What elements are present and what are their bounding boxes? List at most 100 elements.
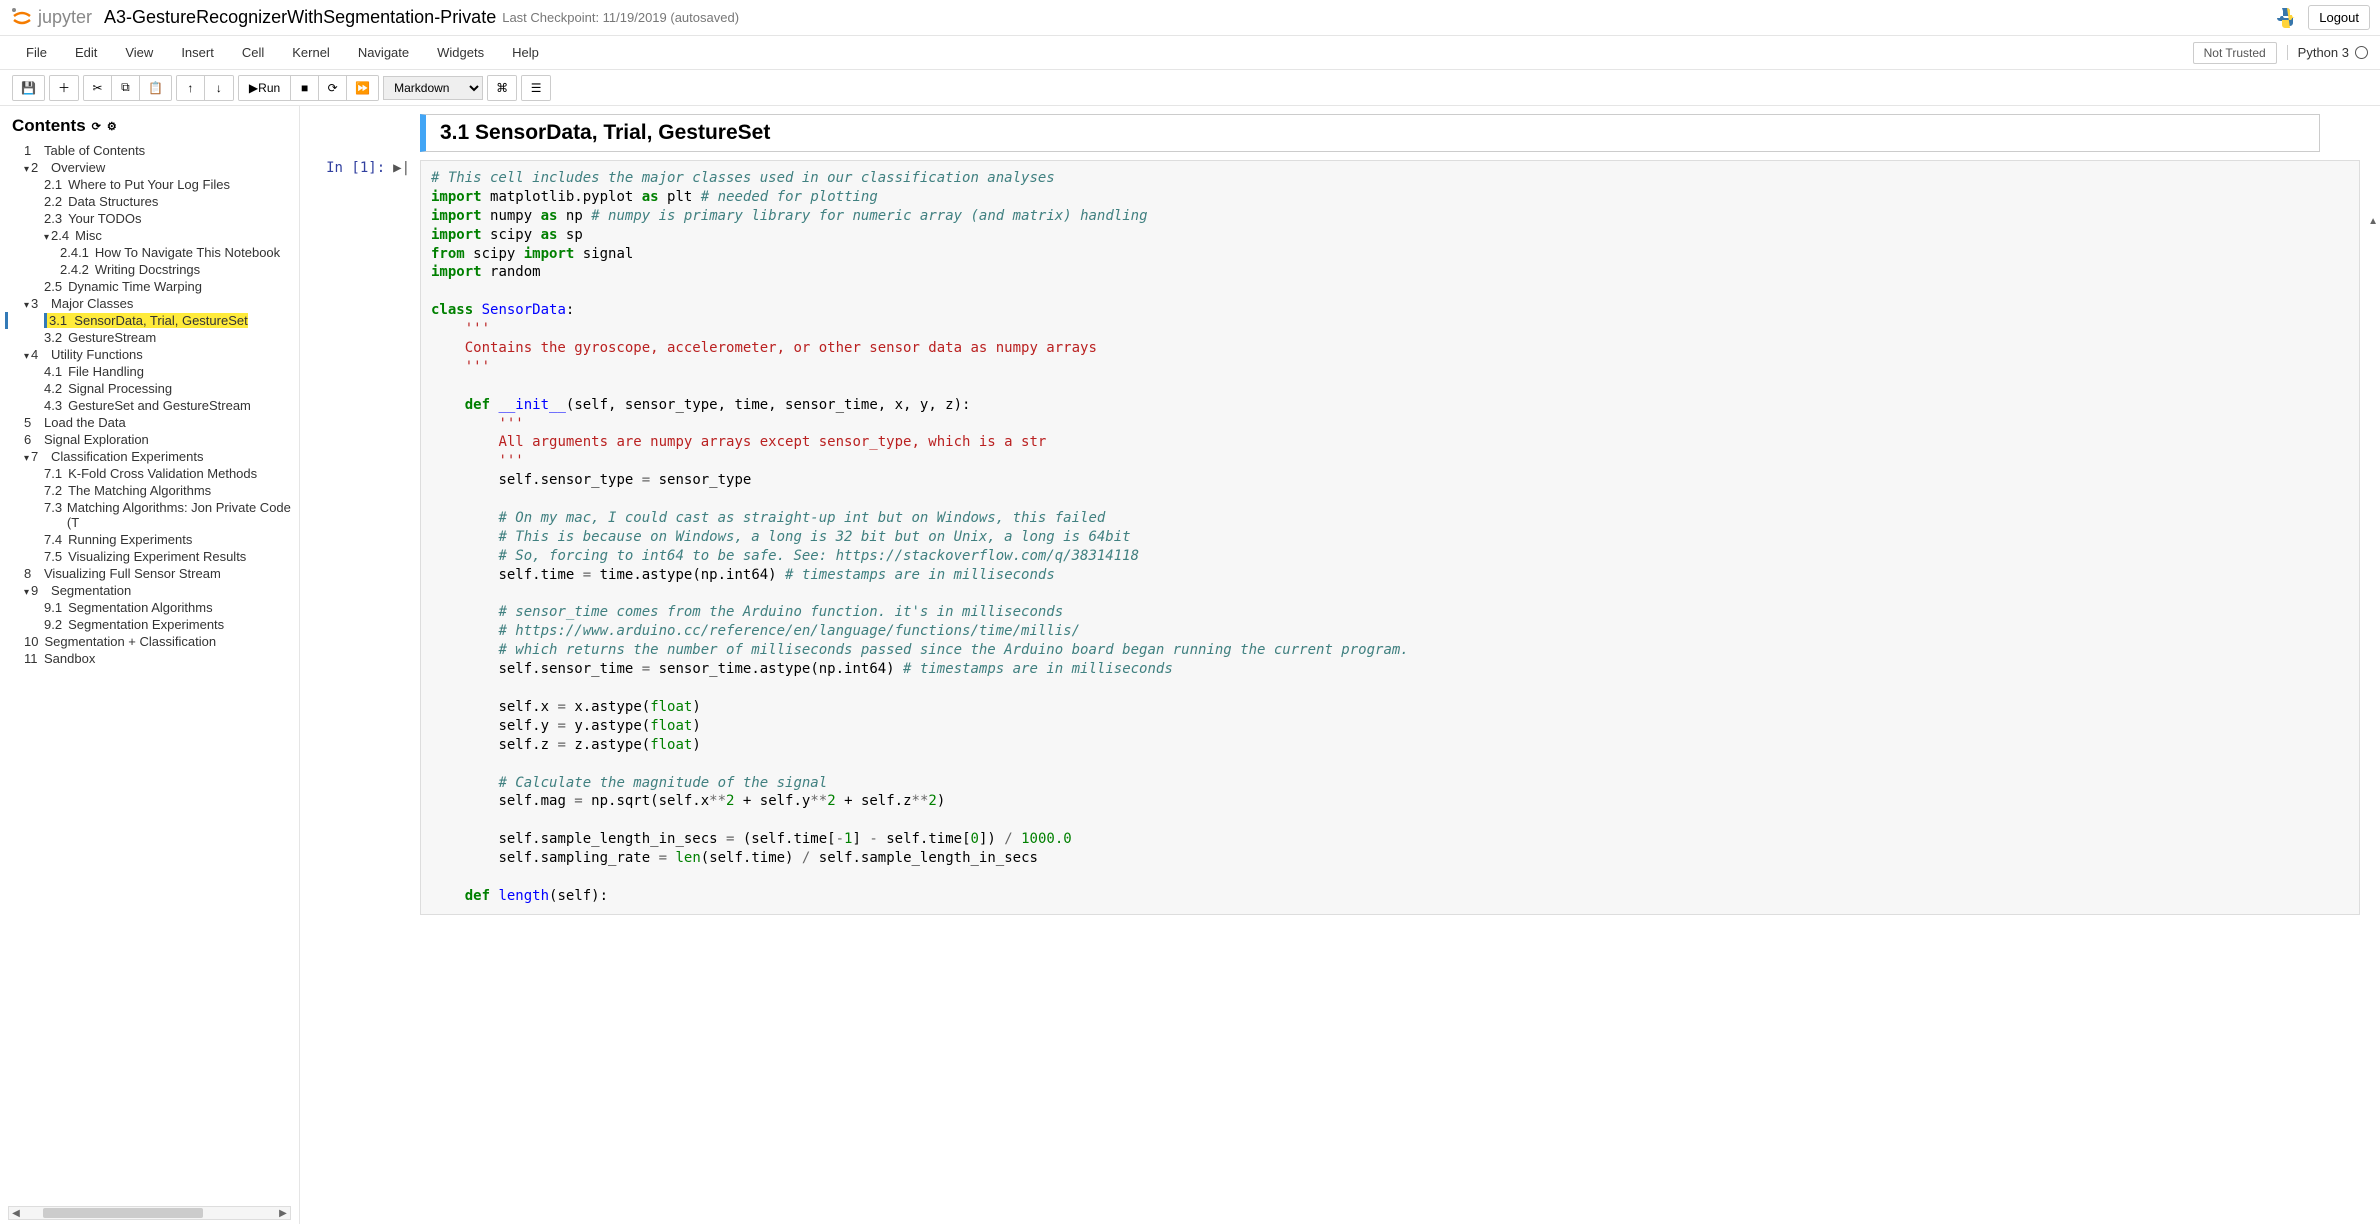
arrow-down-icon: ↓ <box>216 81 222 95</box>
toc-item[interactable]: 2.1Where to Put Your Log Files <box>8 176 291 193</box>
menu-help[interactable]: Help <box>498 41 553 64</box>
keyboard-icon: ⌘ <box>496 81 508 95</box>
restart-button[interactable]: ⟳ <box>319 76 347 100</box>
scroll-left-icon[interactable]: ◀ <box>9 1208 23 1219</box>
menubar: File Edit View Insert Cell Kernel Naviga… <box>0 36 2380 70</box>
toc-item[interactable]: 10Segmentation + Classification <box>8 633 291 650</box>
kernel-name: Python 3 <box>2298 45 2349 60</box>
toolbar: 💾 ＋ ✂ ⧉ 📋 ↑ ↓ ▶ Run ■ ⟳ ⏩ Markdown ⌘ ☰ <box>0 70 2380 106</box>
markdown-cell[interactable]: 3.1 SensorData, Trial, GestureSet <box>420 114 2320 152</box>
header-bar: jupyter A3-GestureRecognizerWithSegmenta… <box>0 0 2380 36</box>
logo-text: jupyter <box>38 7 92 28</box>
toc-item[interactable]: 1Table of Contents <box>8 142 291 159</box>
toc-item[interactable]: ▾3Major Classes <box>8 295 291 312</box>
toc-item[interactable]: 2.4.2Writing Docstrings <box>8 261 291 278</box>
section-heading: 3.1 SensorData, Trial, GestureSet <box>440 121 2305 145</box>
move-up-button[interactable]: ↑ <box>177 76 205 100</box>
python-icon <box>2274 6 2298 30</box>
toc-item[interactable]: 7.3Matching Algorithms: Jon Private Code… <box>8 499 291 531</box>
stop-button[interactable]: ■ <box>291 76 319 100</box>
add-cell-button[interactable]: ＋ <box>50 76 78 100</box>
stop-icon: ■ <box>301 81 308 95</box>
code-cell[interactable]: In [1]: ▶| # This cell includes the majo… <box>320 160 2360 915</box>
caret-down-icon: ▾ <box>24 164 29 175</box>
toc-item[interactable]: 4.3GestureSet and GestureStream <box>8 397 291 414</box>
menu-edit[interactable]: Edit <box>61 41 111 64</box>
toc-sidebar: Contents ⟳ ⚙ 1Table of Contents▾2Overvie… <box>0 106 300 1224</box>
toc-item[interactable]: 7.2The Matching Algorithms <box>8 482 291 499</box>
notebook-area[interactable]: ▲ 3.1 SensorData, Trial, GestureSet In [… <box>300 106 2380 1224</box>
toc-item[interactable]: ▾2.4Misc <box>8 227 291 244</box>
toc-item[interactable]: 2.5Dynamic Time Warping <box>8 278 291 295</box>
toc-item[interactable]: 2.3Your TODOs <box>8 210 291 227</box>
cut-button[interactable]: ✂ <box>84 76 112 100</box>
toc-item[interactable]: 7.4Running Experiments <box>8 531 291 548</box>
cut-icon: ✂ <box>92 81 102 95</box>
refresh-icon[interactable]: ⟳ <box>92 120 101 133</box>
checkpoint-text: Last Checkpoint: 11/19/2019 (autosaved) <box>502 10 739 25</box>
caret-down-icon: ▾ <box>24 300 29 311</box>
arrow-up-icon: ↑ <box>187 81 193 95</box>
kernel-status-icon <box>2355 46 2368 59</box>
run-icon: ▶ <box>249 81 258 95</box>
scroll-right-icon[interactable]: ▶ <box>276 1208 290 1219</box>
toc-item[interactable]: 3.2GestureStream <box>8 329 291 346</box>
jupyter-icon <box>10 6 34 30</box>
notebook-title[interactable]: A3-GestureRecognizerWithSegmentation-Pri… <box>104 7 496 28</box>
paste-button[interactable]: 📋 <box>140 76 171 100</box>
toc-item[interactable]: 6Signal Exploration <box>8 431 291 448</box>
caret-down-icon: ▾ <box>24 587 29 598</box>
toc-item[interactable]: ▾9Segmentation <box>8 582 291 599</box>
copy-button[interactable]: ⧉ <box>112 76 140 100</box>
code-editor[interactable]: # This cell includes the major classes u… <box>420 160 2360 915</box>
toc-item[interactable]: 2.2Data Structures <box>8 193 291 210</box>
gear-icon[interactable]: ⚙ <box>107 120 117 133</box>
logout-button[interactable]: Logout <box>2308 5 2370 30</box>
scroll-thumb[interactable] <box>43 1208 203 1218</box>
input-prompt: In [1]: ▶| <box>320 160 420 915</box>
cell-type-select[interactable]: Markdown <box>383 76 483 100</box>
run-cell-icon[interactable]: ▶| <box>393 160 410 915</box>
scroll-up-icon[interactable]: ▲ <box>2368 216 2378 227</box>
toc-item[interactable]: 3.1 SensorData, Trial, GestureSet <box>5 312 291 329</box>
toc-button[interactable]: ☰ <box>522 76 550 100</box>
menu-view[interactable]: View <box>111 41 167 64</box>
move-down-button[interactable]: ↓ <box>205 76 233 100</box>
toc-item[interactable]: ▾7Classification Experiments <box>8 448 291 465</box>
run-button[interactable]: ▶ Run <box>239 76 291 100</box>
logo[interactable]: jupyter <box>10 6 104 30</box>
toc-item[interactable]: ▾4Utility Functions <box>8 346 291 363</box>
toc-item[interactable]: 5Load the Data <box>8 414 291 431</box>
menu-kernel[interactable]: Kernel <box>278 41 344 64</box>
trust-indicator[interactable]: Not Trusted <box>2193 42 2277 64</box>
list-icon: ☰ <box>531 81 542 95</box>
toc-item[interactable]: 8Visualizing Full Sensor Stream <box>8 565 291 582</box>
menu-cell[interactable]: Cell <box>228 41 278 64</box>
toc-item[interactable]: 11Sandbox <box>8 650 291 667</box>
save-icon: 💾 <box>21 81 36 95</box>
command-palette-button[interactable]: ⌘ <box>488 76 516 100</box>
caret-down-icon: ▾ <box>24 453 29 464</box>
toc-item[interactable]: 2.4.1How To Navigate This Notebook <box>8 244 291 261</box>
toc-item[interactable]: 7.5Visualizing Experiment Results <box>8 548 291 565</box>
kernel-indicator[interactable]: Python 3 <box>2287 45 2368 60</box>
toc-item[interactable]: ▾2Overview <box>8 159 291 176</box>
menu-widgets[interactable]: Widgets <box>423 41 498 64</box>
menu-insert[interactable]: Insert <box>167 41 228 64</box>
restart-run-button[interactable]: ⏩ <box>347 76 378 100</box>
save-button[interactable]: 💾 <box>13 76 44 100</box>
toc-item[interactable]: 9.1Segmentation Algorithms <box>8 599 291 616</box>
toc-item[interactable]: 7.1K-Fold Cross Validation Methods <box>8 465 291 482</box>
caret-down-icon: ▾ <box>24 351 29 362</box>
toc-item[interactable]: 4.1File Handling <box>8 363 291 380</box>
restart-icon: ⟳ <box>328 81 338 95</box>
toc-list: 1Table of Contents▾2Overview2.1Where to … <box>8 142 291 667</box>
toc-item[interactable]: 4.2Signal Processing <box>8 380 291 397</box>
toc-item[interactable]: 9.2Segmentation Experiments <box>8 616 291 633</box>
menu-navigate[interactable]: Navigate <box>344 41 423 64</box>
paste-icon: 📋 <box>148 81 163 95</box>
toc-title: Contents ⟳ ⚙ <box>8 116 291 136</box>
sidebar-h-scrollbar[interactable]: ◀ ▶ <box>8 1206 291 1220</box>
fast-forward-icon: ⏩ <box>355 81 370 95</box>
menu-file[interactable]: File <box>12 41 61 64</box>
